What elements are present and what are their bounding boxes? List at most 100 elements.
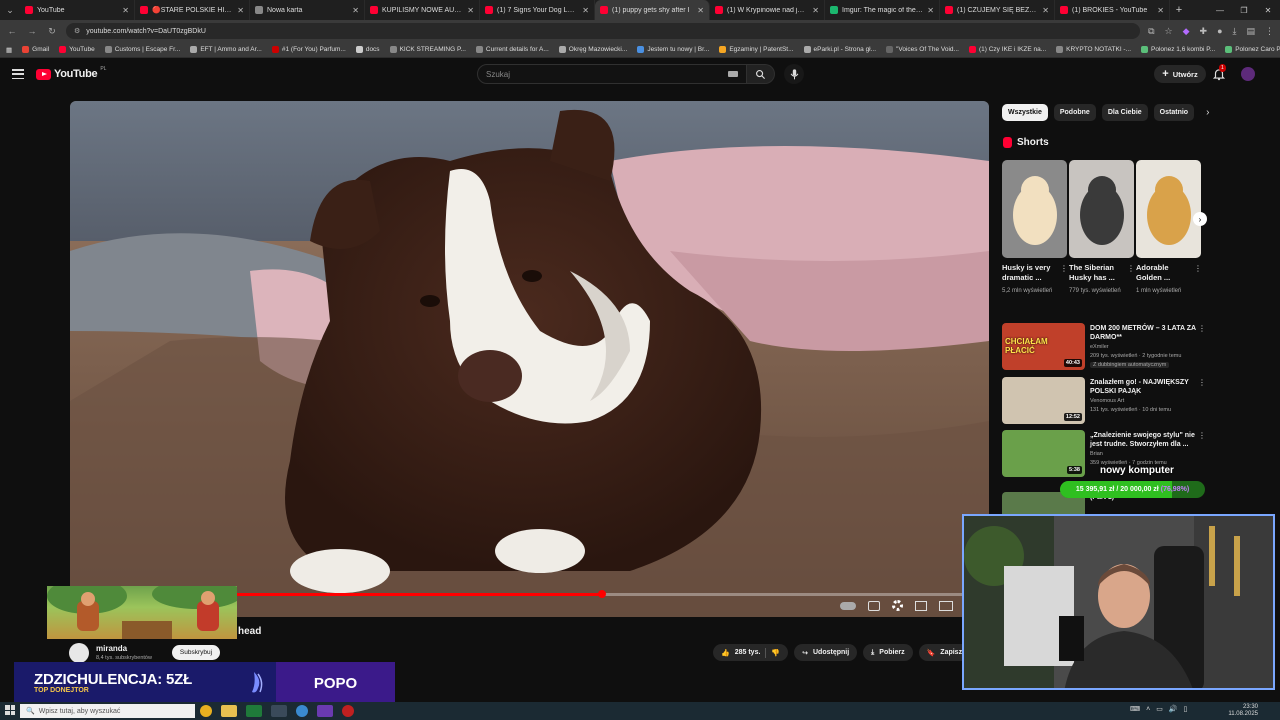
excel-icon[interactable] [246,705,262,717]
search-input[interactable]: Szukaj [477,64,747,84]
shorts-next-icon[interactable]: › [1193,212,1207,226]
site-info-icon[interactable]: ⚙ [74,27,80,35]
taskbar-search-input[interactable]: 🔍 Wpisz tutaj, aby wyszukać [20,704,195,718]
profile-icon[interactable]: ● [1217,26,1222,37]
recommended-thumbnail[interactable]: 12:52 [1002,377,1085,424]
recommended-thumbnail[interactable]: 5:38 [1002,430,1085,477]
short-thumbnail[interactable] [1069,160,1134,258]
back-icon[interactable]: ← [6,26,18,36]
bookmark-item[interactable]: docs [355,46,380,53]
recording-icon[interactable] [342,705,354,717]
telegram-icon[interactable] [296,705,308,717]
short-thumbnail[interactable] [1136,160,1201,258]
filter-chip[interactable]: Dla Ciebie [1101,104,1148,121]
browser-tab[interactable]: (1) 7 Signs Your Dog Loves Yo ✕ [480,0,595,20]
recommended-menu-icon[interactable]: ⋮ [1198,378,1206,387]
bookmark-item[interactable]: Jestem tu nowy | Br... [637,46,709,53]
steam-app-icon[interactable] [271,705,287,717]
miniplayer-icon[interactable] [915,600,927,611]
reload-icon[interactable]: ↻ [46,26,58,37]
recommended-thumbnail[interactable]: CHCIAŁAM PŁACIĆ 40:43 [1002,323,1085,370]
keyboard-layout-icon[interactable]: ⌨ [1130,705,1140,713]
volume-icon[interactable]: 🔊 [1169,705,1178,713]
bookmark-item[interactable]: #1 (For You) Parfum... [271,46,346,53]
maximize-icon[interactable]: ❐ [1232,6,1256,15]
short-menu-icon[interactable]: ⋮ [1127,264,1135,273]
thumbs-down-icon[interactable]: 👎 [771,649,780,657]
network-icon[interactable]: ▭ [1156,705,1163,713]
menu-kebab-icon[interactable]: ⋮ [1265,26,1274,37]
autoplay-toggle-icon[interactable] [840,601,856,610]
apps-grid-icon[interactable]: ▦ [6,46,12,54]
recommended-video[interactable]: CHCIAŁAM PŁACIĆ 40:43 DOM 200 METRÓW – 3 L… [1002,323,1212,371]
close-window-icon[interactable]: ✕ [1256,6,1280,15]
subscribe-button[interactable]: Subskrybuj [172,645,220,660]
bookmark-item[interactable]: (1) Czy IKE i IKZE na... [968,46,1046,53]
tray-arrow-icon[interactable]: ˄ [1146,706,1150,713]
filter-chip[interactable]: Ostatnio [1153,104,1195,121]
chips-next-icon[interactable]: › [1206,107,1209,118]
browser-tab[interactable]: Imgur: The magic of the Inter ✕ [825,0,940,20]
short-menu-icon[interactable]: ⋮ [1194,264,1202,273]
browser-tab[interactable]: (1) BROKIES - YouTube ✕ [1055,0,1170,20]
browser-tab[interactable]: (1) puppy gets shy after I ✕ [595,0,710,20]
recommended-menu-icon[interactable]: ⋮ [1198,431,1206,440]
install-app-icon[interactable]: ⧉ [1148,26,1154,37]
subtitles-icon[interactable] [868,600,880,611]
voice-search-button[interactable] [784,64,804,84]
short-menu-icon[interactable]: ⋮ [1060,264,1068,273]
search-button[interactable] [747,64,775,84]
tab-close-icon[interactable]: ✕ [467,6,474,15]
download-icon[interactable]: ⤓ [1233,26,1237,37]
browser-tab[interactable]: 🔴STARE POLSKIE HITY W RE✕ [135,0,250,20]
progress-scrubber[interactable] [598,590,606,598]
tab-close-icon[interactable]: ✕ [352,6,359,15]
share-button[interactable]: ↪ Udostępnij [794,644,858,661]
bookmark-item[interactable]: Customs | Escape Fr... [104,46,180,53]
recommended-menu-icon[interactable]: ⋮ [1198,324,1206,333]
channel-avatar[interactable] [69,643,89,663]
bookmark-item[interactable]: Gmail [22,46,49,53]
browser-tab[interactable]: Nowa karta ✕ [250,0,365,20]
bookmark-item[interactable]: KICK STREAMING P... [389,46,466,53]
filter-chip[interactable]: Wszystkie [1002,104,1048,121]
bookmark-item[interactable]: Egzaminy | PatentSt... [719,46,794,53]
like-button[interactable]: 👍 285 tys. 👎 [713,644,789,661]
bookmark-item[interactable]: Polonez Caro Plus 1... [1225,46,1280,53]
browser-tab[interactable]: YouTube ✕ [20,0,135,20]
recommended-title[interactable]: Znalazłem go! - NAJWIĘKSZY POLSKI PAJĄK [1090,378,1200,396]
new-tab-button[interactable]: + [1170,4,1188,16]
tab-close-icon[interactable]: ✕ [582,6,589,15]
taskbar-clock[interactable]: 23:30 11.08.2025 [1218,704,1258,718]
extension-icon[interactable]: ◆ [1183,26,1190,37]
bookmark-item[interactable]: Current details for A... [475,46,549,53]
bookmark-item[interactable]: "Voices Of The Void... [886,46,959,53]
tab-search-icon[interactable]: ⌄ [0,0,20,20]
recommended-title[interactable]: „Znalezienie swojego stylu" nie jest tru… [1090,431,1200,449]
download-button[interactable]: ⤓ Pobierz [863,644,913,661]
channel-name[interactable]: miranda [96,644,127,653]
browser-tab[interactable]: KUPILIŚMY NOWE AUTO! - Yo✕ [365,0,480,20]
chrome-icon[interactable] [200,705,212,717]
url-field[interactable]: ⚙ youtube.com/watch?v=DaUT0zgBDkU [66,23,1141,39]
bookmark-item[interactable]: YouTube [59,46,95,53]
short-thumbnail[interactable] [1002,160,1067,258]
theater-mode-icon[interactable] [939,600,953,611]
recommended-video[interactable]: 12:52 Znalazłem go! - NAJWIĘKSZY POLSKI P… [1002,377,1212,425]
short-title[interactable]: Husky is very dramatic ... [1002,263,1060,283]
recommended-channel[interactable]: Brian [1090,451,1103,457]
create-button[interactable]: + Utwórz [1154,65,1206,83]
bookmark-star-icon[interactable]: ☆ [1165,26,1173,37]
bookmark-item[interactable]: Polonez 1,6 kombi P... [1141,46,1215,53]
start-icon[interactable] [5,705,15,715]
tab-close-icon[interactable]: ✕ [927,6,934,15]
tab-close-icon[interactable]: ✕ [1157,6,1164,15]
keyboard-icon[interactable] [728,71,738,77]
bookmark-item[interactable]: eParki.pl - Strona gł... [803,46,876,53]
recommended-title[interactable]: DOM 200 METRÓW – 3 LATA ZA DARMO** [1090,324,1200,342]
short-title[interactable]: Adorable Golden ... [1136,263,1194,283]
bookmark-item[interactable]: EFT | Ammo and Ar... [190,46,262,53]
browser-tab[interactable]: (1) W Krypinowie nad jezior ✕ [710,0,825,20]
bookmark-item[interactable]: Okręg Mazowiecki... [558,46,627,53]
filter-chip[interactable]: Podobne [1053,104,1096,121]
